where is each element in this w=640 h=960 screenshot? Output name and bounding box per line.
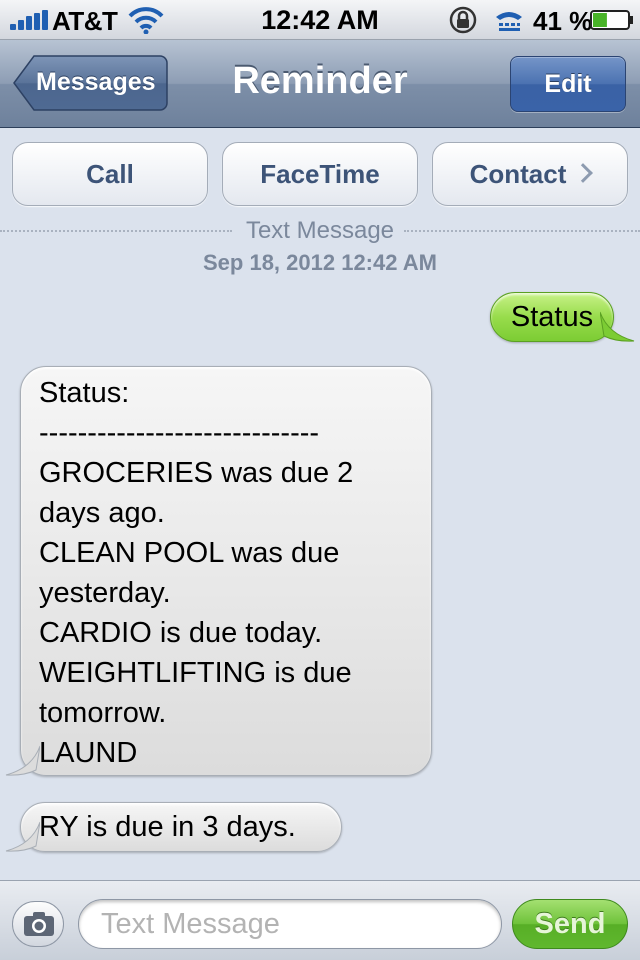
incoming-message-bubble[interactable]: RY is due in 3 days. (20, 802, 342, 852)
outgoing-bubble-tail (600, 311, 635, 342)
message-line: WEIGHTLIFTING is due (39, 657, 352, 689)
contact-button[interactable]: Contact (432, 142, 628, 206)
status-bar: AT&T 12:42 AM 41 % (0, 0, 640, 40)
camera-button[interactable] (12, 901, 64, 947)
thread-type-label: Text Message (245, 217, 395, 244)
message-line: ----------------------------- (39, 417, 320, 449)
thread-timestamp: Sep 18, 2012 12:42 AM (203, 250, 437, 275)
facetime-button-label: FaceTime (260, 159, 380, 189)
message-line: yesterday. (39, 577, 171, 609)
navigation-bar: Messages Reminder Edit (0, 40, 640, 128)
camera-icon (24, 912, 54, 936)
battery-icon (590, 10, 633, 30)
message-line: tomorrow. (39, 697, 167, 729)
message-line: CLEAN POOL was due (39, 537, 340, 569)
call-button[interactable]: Call (12, 142, 208, 206)
facetime-button[interactable]: FaceTime (222, 142, 418, 206)
rotation-lock-icon (449, 6, 477, 34)
send-button[interactable]: Send (512, 899, 628, 949)
edit-button[interactable]: Edit (510, 56, 626, 112)
message-line: GROCERIES was due 2 (39, 457, 354, 489)
tty-icon (496, 12, 522, 31)
message-input[interactable] (78, 899, 502, 949)
incoming-message-bubble[interactable]: Status: ----------------------------- GR… (20, 366, 432, 776)
chevron-right-icon (573, 163, 594, 183)
call-button-label: Call (86, 159, 134, 189)
message-text: Status (510, 301, 594, 333)
message-line: days ago. (39, 497, 165, 529)
message-line: CARDIO is due today. (39, 617, 323, 649)
compose-bar: Send (0, 880, 640, 960)
message-text: RY is due in 3 days. (39, 811, 296, 843)
incoming-bubble-tail (5, 821, 40, 852)
contact-button-label: Contact (469, 159, 567, 189)
outgoing-message-bubble[interactable]: Status (490, 292, 614, 342)
message-line: Status: (39, 377, 130, 409)
incoming-bubble-tail (5, 745, 40, 776)
message-line: LAUND (39, 737, 138, 769)
battery-percent: 41 % (533, 6, 593, 36)
